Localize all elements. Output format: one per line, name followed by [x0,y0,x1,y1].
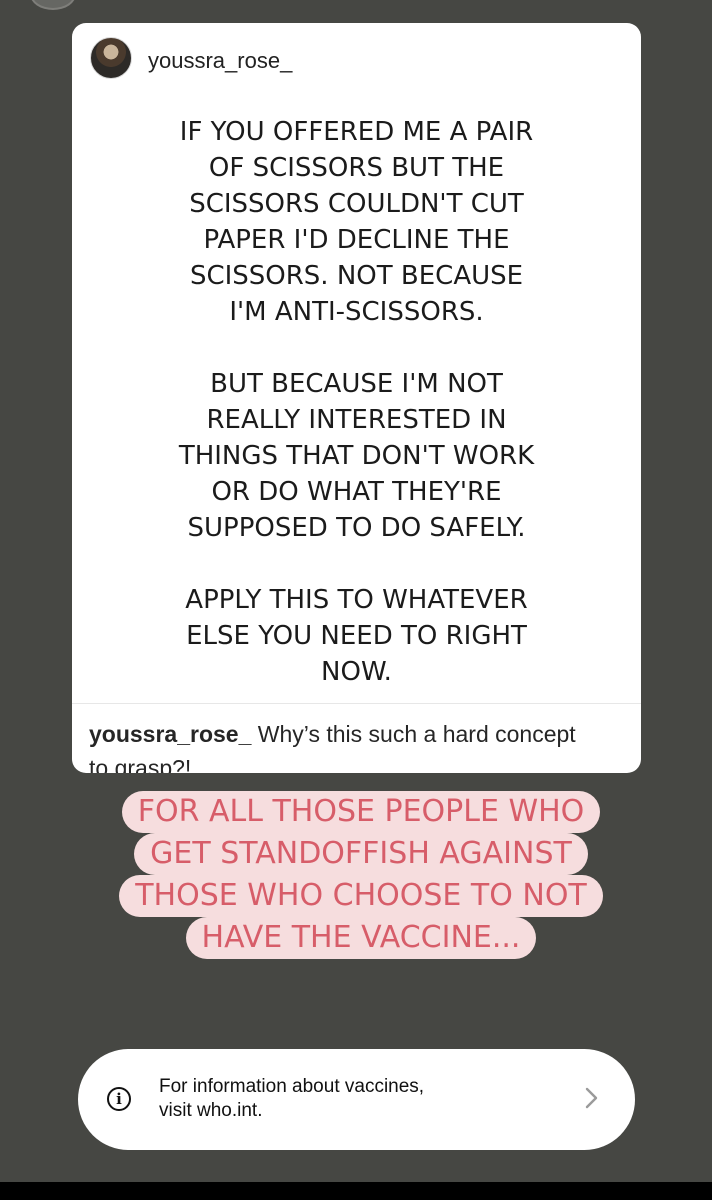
caption-divider [72,703,641,704]
bottom-bar [0,1182,712,1200]
post-header[interactable]: youssra_rose_ [72,23,641,95]
post-caption: youssra_rose_ Why’s this such a hard con… [89,717,589,773]
vaccine-info-banner[interactable]: i For information about vaccines, visit … [78,1049,635,1150]
story-overlay-line: FOR ALL THOSE PEOPLE WHO [121,791,601,833]
chevron-right-icon[interactable] [579,1086,603,1110]
vaccine-info-text: For information about vaccines, visit wh… [159,1076,425,1121]
story-overlay-line: THOSE WHO CHOOSE TO NOT [119,875,603,917]
story-overlay-line: HAVE THE VACCINE... [185,917,537,959]
partial-story-avatar [30,0,76,10]
info-icon: i [107,1087,131,1111]
quote-text: IF YOU OFFERED ME A PAIR OF SCISSORS BUT… [178,117,535,687]
story-overlay-line: GET STANDOFFISH AGAINST [134,833,588,875]
shared-post-card[interactable]: youssra_rose_ IF YOU OFFERED ME A PAIR O… [72,23,641,773]
profile-avatar[interactable] [90,37,132,79]
caption-username[interactable]: youssra_rose_ [89,721,251,747]
story-overlay-text: FOR ALL THOSE PEOPLE WHO GET STANDOFFISH… [86,791,636,959]
post-username[interactable]: youssra_rose_ [148,48,292,74]
